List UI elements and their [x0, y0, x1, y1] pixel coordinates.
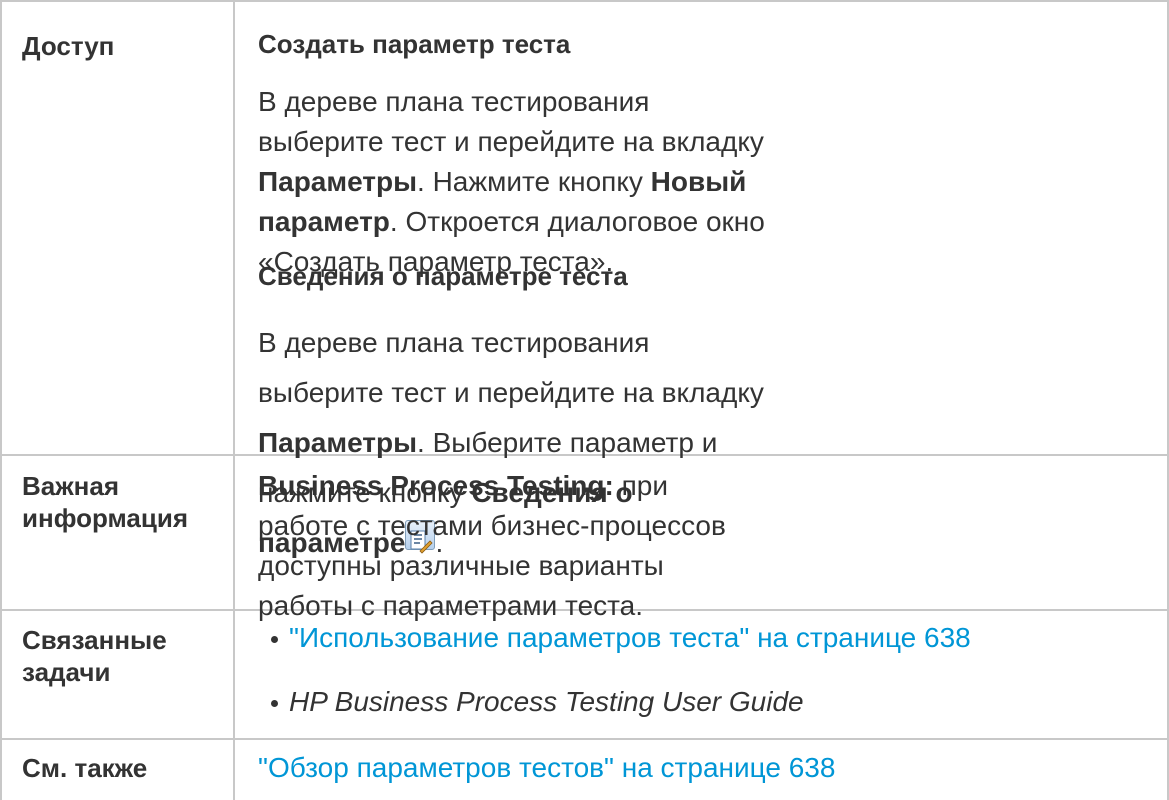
- bullet-icon: [271, 636, 278, 643]
- parameters-tab-name-2: Параметры: [258, 427, 418, 458]
- related-header: Связанные задачи: [22, 625, 167, 687]
- create-text-1: В дереве плана тестирования выберите тес…: [258, 86, 764, 157]
- bpt-guide-reference: HP Business Process Testing User Guide: [289, 686, 804, 717]
- bpt-label: Business Process Testing:: [258, 470, 614, 501]
- important-cell: Business Process Testing: при работе с т…: [258, 466, 1158, 626]
- create-parameter-text: В дереве плана тестирования выберите тес…: [258, 82, 778, 282]
- related-cell: "Использование параметров теста" на стра…: [268, 618, 1168, 722]
- access-cell: Создать параметр теста В дереве плана те…: [258, 28, 1158, 282]
- important-header: Важная информация: [22, 471, 189, 533]
- use-test-parameters-link[interactable]: "Использование параметров теста" на стра…: [289, 622, 971, 653]
- column-divider: [0, 0, 2, 800]
- parameters-tab-name: Параметры: [258, 166, 418, 197]
- row-divider: [0, 738, 1169, 740]
- column-divider: [233, 0, 235, 800]
- row-divider: [0, 0, 1169, 2]
- parameter-details-title: Сведения о параметре теста: [258, 261, 628, 291]
- access-header: Доступ: [22, 31, 115, 61]
- list-item[interactable]: "Использование параметров теста" на стра…: [268, 618, 1168, 658]
- bullet-icon: [271, 700, 278, 707]
- test-parameters-overview-link[interactable]: "Обзор параметров тестов" на странице 63…: [258, 752, 835, 783]
- list-item: HP Business Process Testing User Guide: [268, 682, 1168, 722]
- details-text-1: В дереве плана тестирования выберите тес…: [258, 327, 764, 408]
- see-also-cell: "Обзор параметров тестов" на странице 63…: [258, 748, 1158, 788]
- see-also-header: См. также: [22, 753, 148, 783]
- create-text-2: . Нажмите кнопку: [417, 166, 651, 197]
- important-text: Business Process Testing: при работе с т…: [258, 466, 758, 626]
- create-parameter-title: Создать параметр теста: [258, 29, 571, 59]
- related-list: "Использование параметров теста" на стра…: [268, 618, 1168, 722]
